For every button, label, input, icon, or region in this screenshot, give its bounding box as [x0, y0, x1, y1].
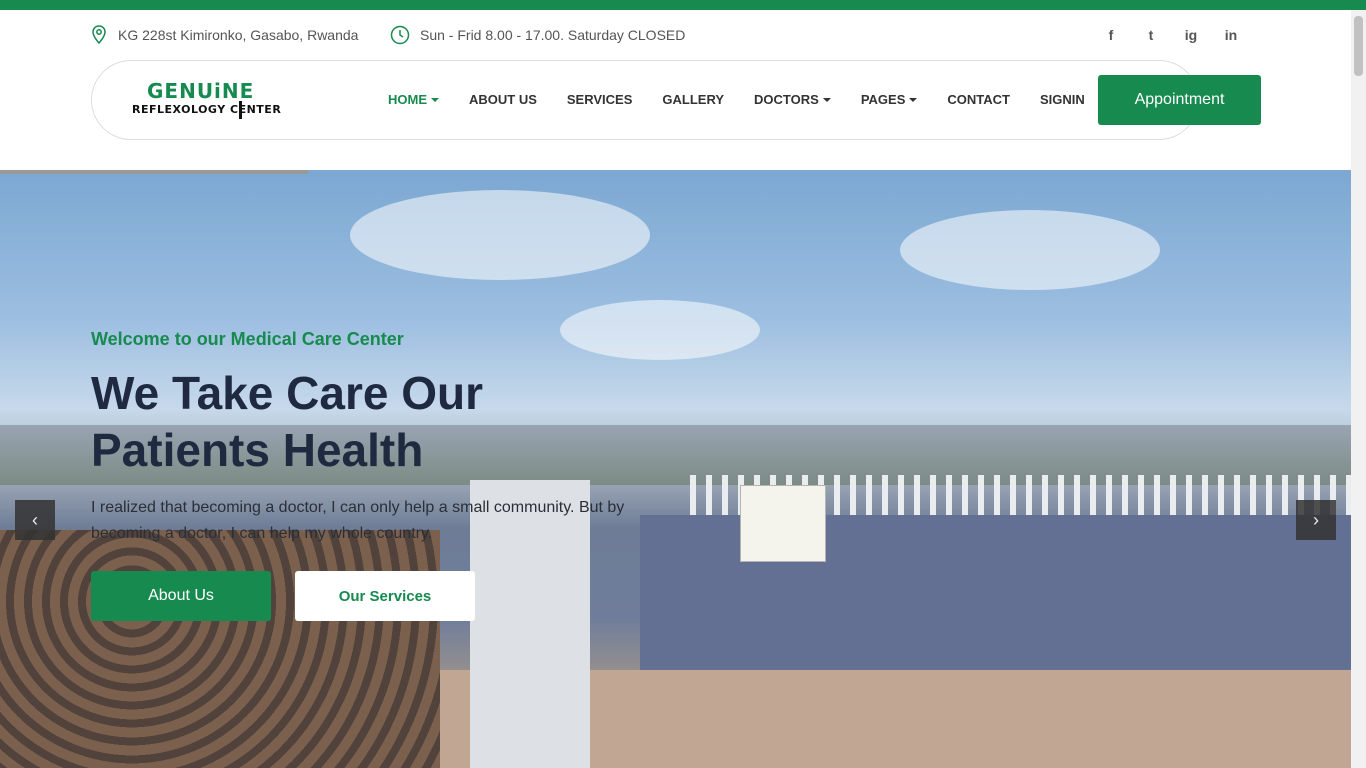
appointment-button[interactable]: Appointment — [1098, 75, 1261, 125]
main-navbar: GENUiNE REFLEXOLOGY CENTER HOME ABOUT US… — [91, 60, 1199, 140]
logo-title: GENUiNE — [147, 79, 255, 103]
address-text: KG 228st Kimironko, Gasabo, Rwanda — [118, 27, 359, 43]
location-icon — [92, 25, 106, 45]
caret-down-icon — [431, 97, 439, 102]
our-services-button[interactable]: Our Services — [295, 571, 475, 621]
caret-down-icon — [822, 97, 831, 102]
hero-text: I realized that becoming a doctor, I can… — [91, 499, 625, 542]
address-info: KG 228st Kimironko, Gasabo, Rwanda — [90, 25, 358, 45]
hours-text: Sun - Frid 8.00 - 17.00. Saturday CLOSED — [420, 27, 686, 43]
top-accent-bar — [0, 0, 1366, 10]
info-bar: KG 228st Kimironko, Gasabo, Rwanda Sun -… — [0, 10, 1351, 60]
slider-next-button[interactable]: › — [1296, 500, 1336, 540]
logo-subtitle: REFLEXOLOGY CENTER — [132, 103, 282, 116]
slider-progress-bar — [0, 170, 308, 174]
about-us-button[interactable]: About Us — [91, 571, 271, 621]
nav-menu: HOME ABOUT US SERVICES GALLERY DOCTORS P… — [388, 92, 1115, 107]
nav-item-pages[interactable]: PAGES — [861, 92, 918, 107]
caret-down-icon — [909, 97, 918, 102]
nav-item-gallery[interactable]: GALLERY — [662, 92, 724, 107]
nav-item-signin[interactable]: SIGNIN — [1040, 92, 1085, 107]
hero-title: We Take Care Our Patients Health — [91, 367, 484, 476]
hero-subtitle: Welcome to our Medical Care Center — [91, 329, 404, 349]
instagram-icon[interactable]: ig — [1171, 25, 1211, 45]
linkedin-icon[interactable]: in — [1211, 25, 1251, 45]
social-links: f t ig in — [1091, 25, 1251, 45]
nav-item-services[interactable]: SERVICES — [567, 92, 633, 107]
nav-item-doctors[interactable]: DOCTORS — [754, 92, 831, 107]
site-logo[interactable]: GENUiNE REFLEXOLOGY CENTER — [132, 79, 312, 123]
chevron-right-icon: › — [1313, 509, 1319, 530]
facebook-icon[interactable]: f — [1091, 25, 1131, 45]
hero-slider: Welcome to our Medical Care Center We Ta… — [0, 170, 1351, 768]
nav-item-contact[interactable]: CONTACT — [947, 92, 1010, 107]
scrollbar-thumb[interactable] — [1354, 16, 1363, 76]
slider-prev-button[interactable]: ‹ — [15, 500, 55, 540]
nav-item-home[interactable]: HOME — [388, 92, 439, 107]
page-scrollbar[interactable] — [1351, 10, 1366, 768]
chevron-left-icon: ‹ — [32, 509, 38, 530]
clock-icon — [390, 25, 410, 45]
twitter-icon[interactable]: t — [1131, 25, 1171, 45]
nav-item-about[interactable]: ABOUT US — [469, 92, 537, 107]
hours-info: Sun - Frid 8.00 - 17.00. Saturday CLOSED — [390, 25, 685, 45]
